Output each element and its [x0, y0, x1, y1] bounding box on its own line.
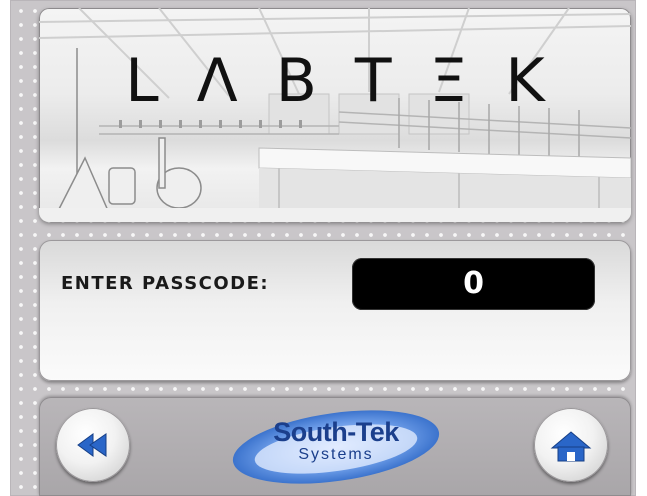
header-banner: LΛBTΞK [39, 8, 631, 222]
south-tek-logo: South-Tek Systems [229, 403, 443, 491]
labtek-logo: LΛBTΞK [125, 46, 583, 116]
device-screen: LΛBTΞK ENTER PASSCODE: 0 South-Tek Syste… [10, 0, 636, 496]
passcode-panel: ENTER PASSCODE: 0 [39, 240, 631, 381]
passcode-label: ENTER PASSCODE: [61, 273, 270, 294]
home-icon [550, 431, 592, 462]
back-button[interactable] [56, 408, 130, 482]
footer-bar: South-Tek Systems [39, 397, 631, 496]
home-button[interactable] [534, 408, 608, 482]
rewind-double-arrow-icon [77, 433, 107, 457]
passcode-input[interactable]: 0 [352, 258, 595, 310]
brand-subtitle: Systems [298, 446, 374, 463]
brand-name: South-Tek [273, 417, 399, 447]
